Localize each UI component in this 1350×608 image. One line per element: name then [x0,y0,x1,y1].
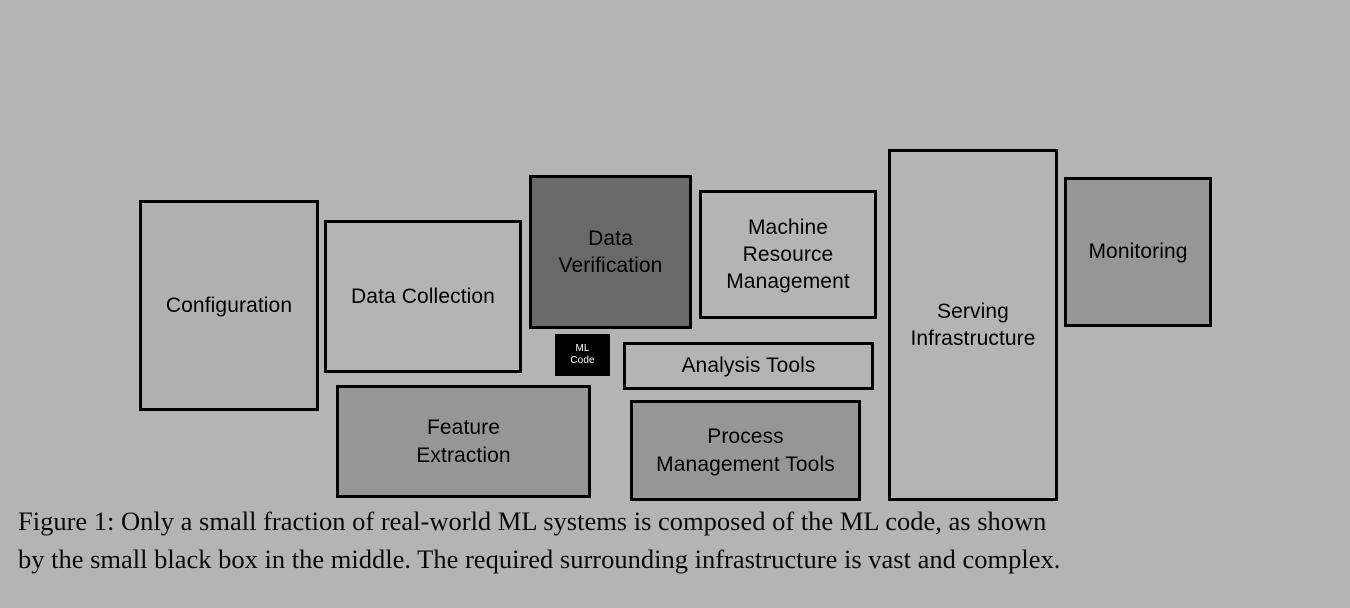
diagram-box-feature-extraction: Feature Extraction [336,385,591,498]
figure-caption: Figure 1: Only a small fraction of real-… [18,506,1061,574]
diagram-box-serving-infrastructure: Serving Infrastructure [888,149,1058,501]
diagram-box-data-verification: Data Verification [529,175,692,329]
diagram-box-analysis-tools: Analysis Tools [623,342,874,390]
diagram-box-monitoring: Monitoring [1064,177,1212,327]
diagram-box-process-management-tools: Process Management Tools [630,400,861,501]
ml-systems-block-diagram: Configuration Data Collection Feature Extr… [0,0,1350,505]
diagram-box-ml-code: ML Code [555,334,610,376]
diagram-box-configuration: Configuration [139,200,319,411]
diagram-box-machine-resource-management: Machine Resource Management [699,190,877,319]
figure-page: Configuration Data Collection Feature Extr… [0,0,1350,608]
diagram-box-data-collection: Data Collection [324,220,522,373]
